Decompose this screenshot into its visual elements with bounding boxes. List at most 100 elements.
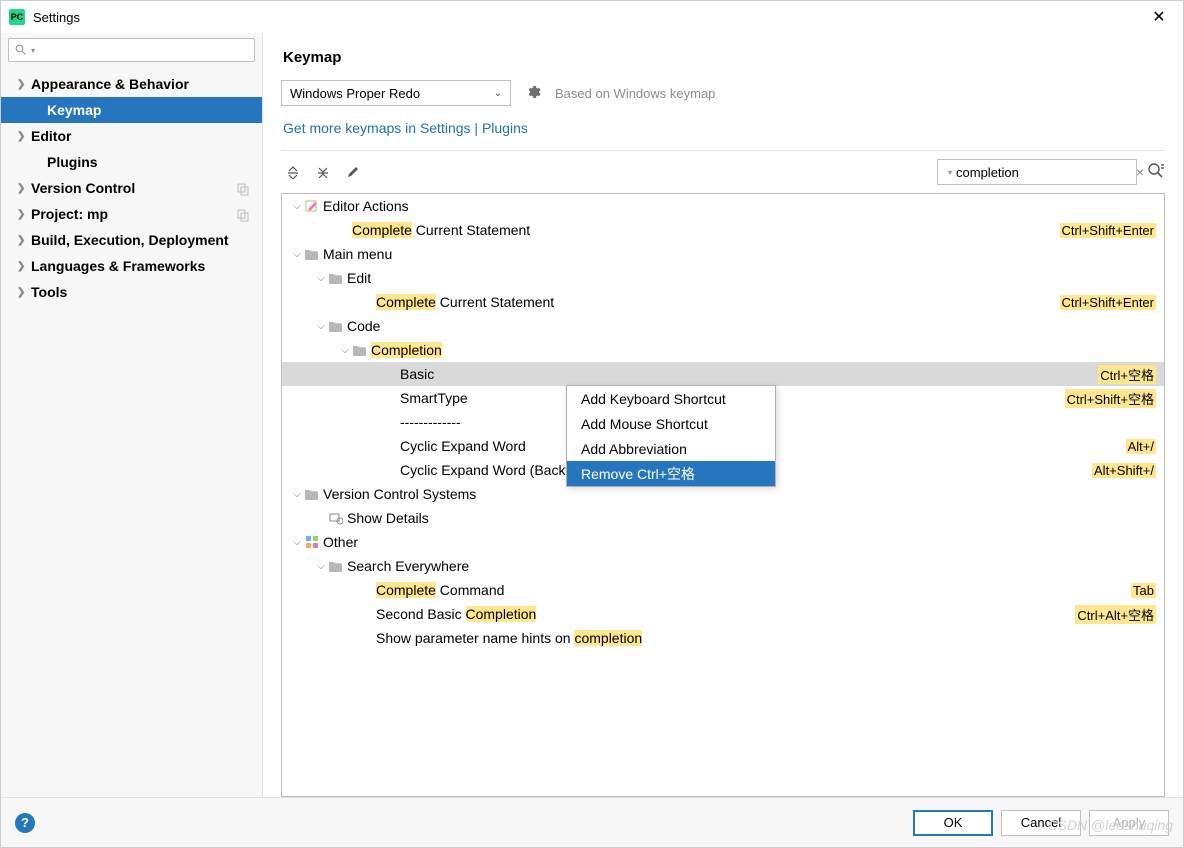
tree-row[interactable]: ⌵ Code: [282, 314, 1164, 338]
tree-row[interactable]: Complete Current Statement Ctrl+Shift+Ent…: [282, 218, 1164, 242]
sidebar: ▾ ❯Appearance & BehaviorKeymap❯EditorPlu…: [1, 33, 263, 797]
chevron-down-icon[interactable]: ⌵: [338, 345, 352, 356]
shortcut-label: Ctrl+Shift+Enter: [1060, 223, 1157, 238]
edit-icon: [304, 199, 319, 213]
find-by-shortcut-icon[interactable]: [1147, 162, 1165, 183]
chevron-down-icon[interactable]: ⌵: [290, 489, 304, 500]
tree-row[interactable]: Second Basic Completion Ctrl+Alt+空格: [282, 602, 1164, 626]
tree-row-label: Completion: [371, 342, 442, 358]
tree-row-label: Show Details: [347, 510, 429, 526]
keymap-select[interactable]: Windows Proper Redo ⌄: [281, 80, 511, 106]
tree-row-label: Other: [323, 534, 358, 550]
chevron-right-icon: ❯: [17, 79, 29, 90]
sidebar-item[interactable]: Keymap: [1, 97, 262, 123]
sidebar-item-label: Keymap: [47, 102, 101, 118]
more-keymaps-link[interactable]: Get more keymaps in Settings | Plugins: [283, 120, 1165, 136]
menu-item[interactable]: Add Keyboard Shortcut: [567, 386, 775, 411]
window-title: Settings: [33, 10, 1143, 25]
tree-row-label: Edit: [347, 270, 371, 286]
menu-item[interactable]: Remove Ctrl+空格: [567, 461, 775, 486]
folder-icon: [304, 487, 319, 501]
chevron-right-icon: ❯: [17, 209, 29, 220]
context-menu: Add Keyboard ShortcutAdd Mouse ShortcutA…: [566, 385, 776, 487]
shortcut-label: Alt+/: [1126, 439, 1156, 454]
folder-icon: [328, 271, 343, 285]
expand-all-icon[interactable]: [281, 160, 305, 184]
bottom-bar: ? OK Cancel Apply: [1, 797, 1183, 847]
tree-row[interactable]: Complete CommandTab: [282, 578, 1164, 602]
shortcut-label: Ctrl+Shift+空格: [1065, 389, 1156, 408]
close-icon[interactable]: ✕: [1143, 7, 1175, 27]
sidebar-item-label: Build, Execution, Deployment: [31, 232, 229, 248]
shortcut-label: Ctrl+Alt+空格: [1075, 605, 1156, 624]
tree-row[interactable]: BasicCtrl+空格: [282, 362, 1164, 386]
search-icon: [15, 44, 27, 56]
copy-icon: [236, 208, 250, 222]
tree-row-label: SmartType: [400, 390, 468, 406]
sidebar-item-label: Tools: [31, 284, 67, 300]
collapse-all-icon[interactable]: [311, 160, 335, 184]
tree-row-label: Cyclic Expand Word: [400, 438, 526, 454]
tree-row[interactable]: ⌵ Other: [282, 530, 1164, 554]
apply-button[interactable]: Apply: [1089, 810, 1169, 836]
tree-row[interactable]: Show Details: [282, 506, 1164, 530]
tree-row-label: Main menu: [323, 246, 392, 262]
tree-row-label: Complete Current Statement: [352, 222, 530, 238]
folder-icon: [352, 343, 367, 357]
chevron-down-icon: ▾: [31, 46, 35, 55]
edit-icon[interactable]: [341, 160, 365, 184]
action-search-value[interactable]: [956, 165, 1132, 180]
chevron-down-icon[interactable]: ⌵: [314, 273, 328, 284]
keymap-select-value: Windows Proper Redo: [290, 86, 420, 101]
sidebar-item[interactable]: ❯Languages & Frameworks: [1, 253, 262, 279]
sidebar-item[interactable]: ❯Tools: [1, 279, 262, 305]
chevron-down-icon[interactable]: ⌵: [290, 249, 304, 260]
shortcut-label: Ctrl+空格: [1098, 365, 1156, 384]
chevron-down-icon[interactable]: ⌵: [290, 537, 304, 548]
tree-row-label: Code: [347, 318, 380, 334]
sidebar-search-input[interactable]: ▾: [8, 38, 255, 62]
sidebar-item[interactable]: Plugins: [1, 149, 262, 175]
sidebar-item[interactable]: ❯Appearance & Behavior: [1, 71, 262, 97]
sidebar-item[interactable]: ❯Build, Execution, Deployment: [1, 227, 262, 253]
copy-icon: [236, 182, 250, 196]
sidebar-item[interactable]: ❯Editor: [1, 123, 262, 149]
tree-row-label: Complete Current Statement: [376, 294, 554, 310]
folder-icon: [328, 319, 343, 333]
folder-icon: [328, 559, 343, 573]
menu-item[interactable]: Add Abbreviation: [567, 436, 775, 461]
chevron-down-icon[interactable]: ⌵: [314, 561, 328, 572]
gear-icon[interactable]: [525, 84, 541, 103]
tree-row[interactable]: ⌵ Editor Actions: [282, 194, 1164, 218]
chevron-down-icon: ▾: [948, 168, 952, 177]
chevron-down-icon[interactable]: ⌵: [290, 201, 304, 212]
ok-button[interactable]: OK: [913, 810, 993, 836]
action-tree[interactable]: ⌵ Editor Actions Complete Current Statemen…: [281, 193, 1165, 797]
other-icon: [304, 535, 319, 549]
sidebar-item-label: Editor: [31, 128, 71, 144]
clear-icon[interactable]: ×: [1136, 164, 1144, 180]
tree-row[interactable]: Show parameter name hints on completion: [282, 626, 1164, 650]
tree-row[interactable]: ⌵ Edit: [282, 266, 1164, 290]
cancel-button[interactable]: Cancel: [1001, 810, 1081, 836]
show-icon: [328, 511, 343, 525]
sidebar-item[interactable]: ❯Project: mp: [1, 201, 262, 227]
divider: [281, 150, 1165, 151]
tree-row[interactable]: ⌵ Completion: [282, 338, 1164, 362]
chevron-down-icon[interactable]: ⌵: [314, 321, 328, 332]
sidebar-item-label: Plugins: [47, 154, 98, 170]
menu-item[interactable]: Add Mouse Shortcut: [567, 411, 775, 436]
tree-row-label: Editor Actions: [323, 198, 409, 214]
page-title: Keymap: [283, 49, 1165, 66]
tree-row[interactable]: ⌵Search Everywhere: [282, 554, 1164, 578]
sidebar-item[interactable]: ❯Version Control: [1, 175, 262, 201]
tree-row-label: Show parameter name hints on completion: [376, 630, 642, 646]
folder-icon: [304, 247, 319, 261]
tree-row-label: Second Basic Completion: [376, 606, 536, 622]
help-icon[interactable]: ?: [15, 813, 35, 833]
chevron-right-icon: ❯: [17, 261, 29, 272]
tree-row[interactable]: Complete Current StatementCtrl+Shift+Ent…: [282, 290, 1164, 314]
tree-row-label: Complete Command: [376, 582, 504, 598]
action-search-input[interactable]: ▾ ×: [937, 159, 1137, 185]
tree-row[interactable]: ⌵ Main menu: [282, 242, 1164, 266]
